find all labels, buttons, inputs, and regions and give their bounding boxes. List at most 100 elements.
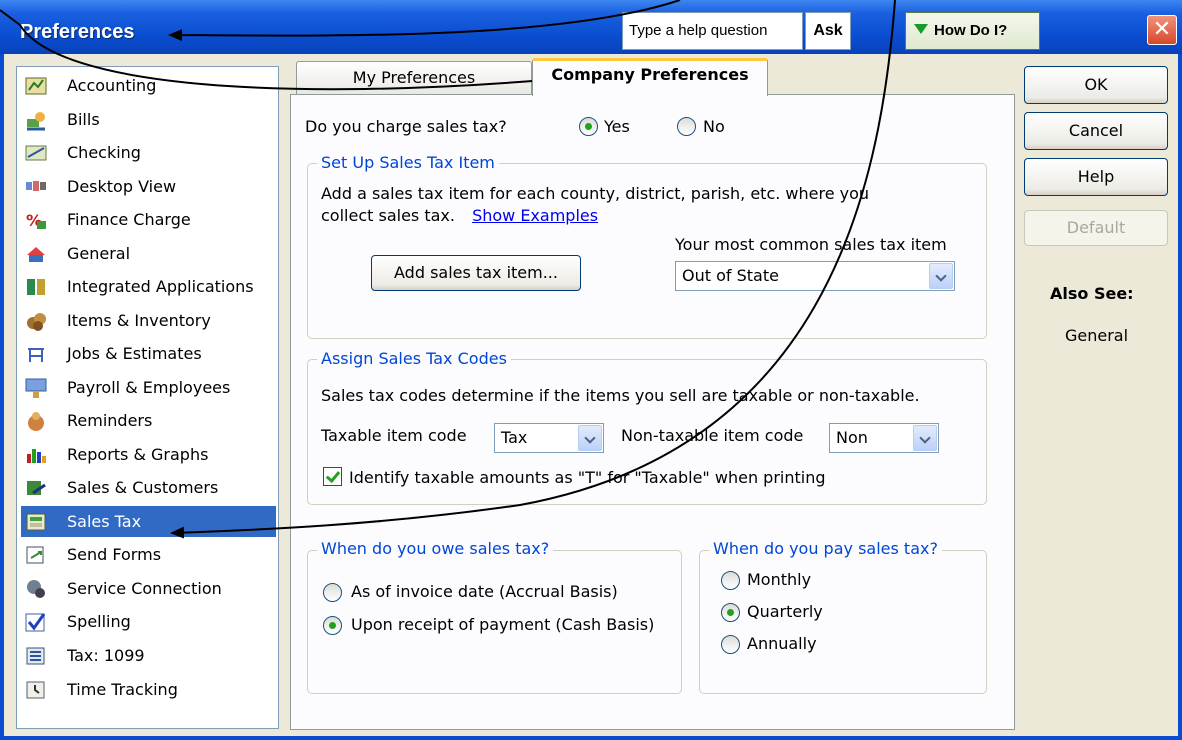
sidebar-item-spelling[interactable]: Spelling [21,606,276,637]
general-icon [25,243,47,265]
pay-monthly-label[interactable]: Monthly [747,570,811,589]
sidebar-item-label: Tax: 1099 [67,646,145,665]
sidebar-item-label: Sales Tax [67,512,142,531]
pay-quarterly-label[interactable]: Quarterly [747,602,823,621]
bills-icon [25,109,47,131]
help-question-input[interactable]: Type a help question [622,12,803,50]
common-item-value: Out of State [682,266,779,285]
sidebar-item-checking[interactable]: Checking [21,137,276,168]
charge-no-radio[interactable] [677,117,696,136]
close-button[interactable]: ✕ [1147,15,1177,45]
common-item-label: Your most common sales tax item [675,235,947,254]
sidebar-item-label: Service Connection [67,579,222,598]
also-see-general-link[interactable]: General [1065,326,1128,345]
time-tracking-icon [25,679,47,701]
setup-group-title: Set Up Sales Tax Item [317,153,499,172]
sidebar-item-reminders[interactable]: Reminders [21,405,276,436]
sidebar-item-label: Sales & Customers [67,478,219,497]
codes-group-title: Assign Sales Tax Codes [317,349,511,368]
items-inventory-icon [25,310,47,332]
title-bar: Preferences Type a help question Ask How… [0,0,1182,54]
taxable-item-code-label: Taxable item code [321,426,467,445]
default-button[interactable]: Default [1024,210,1168,246]
ok-button[interactable]: OK [1024,66,1168,104]
charge-sales-tax-question: Do you charge sales tax? [305,117,507,136]
chevron-down-icon[interactable] [929,263,953,289]
setup-description-line2-row: collect sales tax. Show Examples [321,206,598,225]
sidebar-item-accounting[interactable]: Accounting [21,70,276,101]
sidebar-item-payroll-employees[interactable]: Payroll & Employees [21,372,276,403]
sidebar-item-label: Checking [67,143,141,162]
accounting-icon [25,75,47,97]
nontaxable-item-code-label: Non-taxable item code [621,426,804,445]
sidebar-item-desktop-view[interactable]: Desktop View [21,171,276,202]
payroll-employees-icon [25,377,47,399]
sidebar-item-sales-customers[interactable]: Sales & Customers [21,472,276,503]
owe-accrual-radio[interactable] [323,583,342,602]
add-sales-tax-item-button[interactable]: Add sales tax item... [371,255,581,291]
chevron-down-icon[interactable] [913,425,937,451]
taxable-item-code-select[interactable]: Tax [494,423,604,453]
sidebar-item-label: Integrated Applications [67,277,254,296]
sidebar-item-label: Accounting [67,76,157,95]
pay-monthly-radio[interactable] [721,571,740,590]
tab-my-preferences[interactable]: My Preferences [296,61,532,95]
nontaxable-item-code-select[interactable]: Non [829,423,939,453]
setup-description-line2: collect sales tax. [321,206,455,225]
finance-charge-icon: % [25,209,47,231]
ask-button[interactable]: Ask [805,12,851,50]
tab-company-preferences[interactable]: Company Preferences [532,58,768,96]
sidebar-item-tax-1099[interactable]: Tax: 1099 [21,640,276,671]
pay-sales-tax-group [699,550,987,694]
dialog-client-area: Accounting Bills Checking Desktop View %… [4,54,1178,736]
how-do-i-button[interactable]: How Do I? [905,12,1040,50]
charge-yes-radio[interactable] [579,117,598,136]
checking-icon [25,142,47,164]
sidebar-item-time-tracking[interactable]: Time Tracking [21,674,276,705]
sidebar-item-label: Time Tracking [67,680,178,699]
owe-accrual-label[interactable]: As of invoice date (Accrual Basis) [351,582,618,601]
sidebar-item-label: Items & Inventory [67,311,211,330]
taxable-item-code-value: Tax [501,428,528,447]
sidebar-item-items-inventory[interactable]: Items & Inventory [21,305,276,336]
chevron-down-icon[interactable] [578,425,602,451]
sidebar-item-finance-charge[interactable]: % Finance Charge [21,204,276,235]
how-do-i-label: How Do I? [934,22,1008,39]
codes-description: Sales tax codes determine if the items y… [321,386,920,405]
sidebar-item-service-connection[interactable]: Service Connection [21,573,276,604]
nontaxable-item-code-value: Non [836,428,868,447]
sidebar-item-jobs-estimates[interactable]: Jobs & Estimates [21,338,276,369]
owe-cash-radio[interactable] [323,616,342,635]
preferences-category-list[interactable]: Accounting Bills Checking Desktop View %… [16,66,279,729]
sidebar-item-label: Bills [67,110,100,129]
triangle-down-icon [914,24,928,34]
sidebar-item-general[interactable]: General [21,238,276,269]
sidebar-item-sales-tax[interactable]: Sales Tax [21,506,276,537]
charge-no-label[interactable]: No [703,117,725,136]
identify-taxable-checkbox[interactable] [323,467,342,486]
sales-tax-icon [25,511,47,533]
spelling-icon [25,611,47,633]
sidebar-item-integrated-applications[interactable]: Integrated Applications [21,271,276,302]
sidebar-item-send-forms[interactable]: Send Forms [21,539,276,570]
charge-yes-label[interactable]: Yes [604,117,630,136]
pay-quarterly-radio[interactable] [721,603,740,622]
common-item-select[interactable]: Out of State [675,261,955,291]
tab-label: My Preferences [352,68,476,87]
sidebar-item-bills[interactable]: Bills [21,104,276,135]
sidebar-item-label: Jobs & Estimates [67,344,202,363]
pay-annually-label[interactable]: Annually [747,634,817,653]
tax-1099-icon [25,645,47,667]
sidebar-item-label: Send Forms [67,545,162,564]
sidebar-item-label: Reports & Graphs [67,445,209,464]
pay-annually-radio[interactable] [721,635,740,654]
show-examples-link[interactable]: Show Examples [472,206,598,225]
sidebar-item-label: Reminders [67,411,153,430]
sidebar-item-reports-graphs[interactable]: Reports & Graphs [21,439,276,470]
also-see-title: Also See: [1050,284,1134,303]
identify-taxable-label[interactable]: Identify taxable amounts as "T" for "Tax… [349,468,826,487]
setup-description-line1: Add a sales tax item for each county, di… [321,184,870,203]
owe-cash-label[interactable]: Upon receipt of payment (Cash Basis) [351,615,654,634]
help-button[interactable]: Help [1024,158,1168,196]
cancel-button[interactable]: Cancel [1024,112,1168,150]
